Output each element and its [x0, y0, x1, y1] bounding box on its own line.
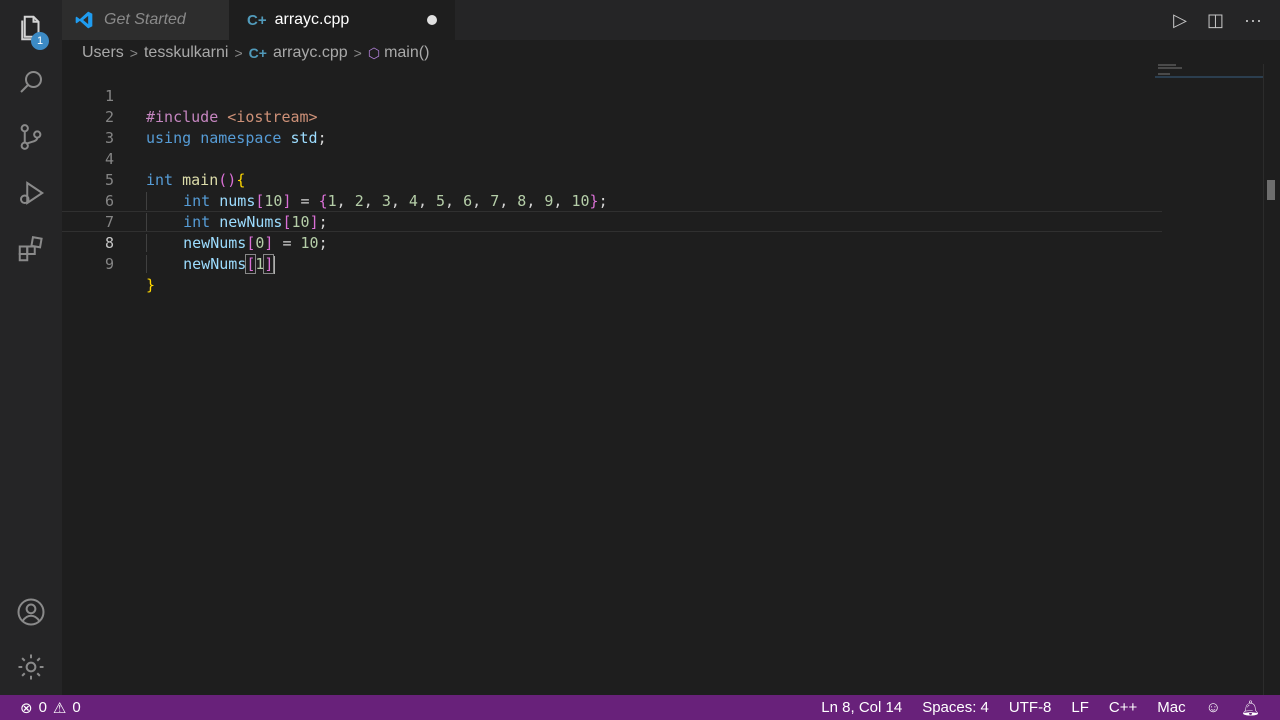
language-mode[interactable]: C++ [1109, 699, 1137, 716]
code-editor[interactable]: 1 #include <iostream> 2 using namespace … [62, 64, 1280, 695]
unsaved-dot-icon[interactable] [427, 15, 437, 25]
notifications-bell-icon[interactable]: 🔔︎ [1241, 699, 1260, 717]
encoding[interactable]: UTF-8 [1009, 699, 1052, 716]
breadcrumb-separator: > [234, 45, 243, 61]
line-code: newNums[1] [146, 254, 276, 275]
breadcrumb-separator: > [353, 45, 362, 61]
text-cursor [273, 255, 276, 274]
run-debug-icon[interactable] [0, 169, 62, 217]
breadcrumb-separator: > [129, 45, 138, 61]
breadcrumb-users[interactable]: Users [82, 44, 124, 62]
extensions-icon[interactable] [0, 225, 62, 273]
code-line[interactable]: 7 newNums[0] = 10; [62, 191, 1162, 252]
indentation[interactable]: Spaces: 4 [922, 699, 989, 716]
code-line[interactable]: 9 } [62, 233, 1162, 294]
warning-count: 0 [72, 699, 81, 716]
vscode-logo-icon [75, 11, 93, 29]
account-icon[interactable] [0, 588, 62, 636]
tab-get-started[interactable]: Get Started [62, 0, 229, 40]
tab-label: arrayc.cpp [274, 11, 350, 28]
error-icon: ⊗ [20, 699, 33, 717]
code-line[interactable]: 5 int nums[10] = {1, 2, 3, 4, 5, 6, 7, 8… [62, 149, 1162, 210]
status-bar: ⊗ 0 ⚠ 0 Ln 8, Col 14 Spaces: 4 UTF-8 LF … [0, 695, 1280, 720]
breadcrumb-symbol[interactable]: main() [384, 44, 429, 62]
end-of-line[interactable]: LF [1071, 699, 1089, 716]
explorer-badge: 1 [31, 32, 49, 50]
cursor-position[interactable]: Ln 8, Col 14 [821, 699, 902, 716]
cpp-file-icon: C+ [247, 11, 267, 29]
breadcrumb-tesskulkarni[interactable]: tesskulkarni [144, 44, 228, 62]
minimap[interactable] [1158, 64, 1262, 84]
search-icon[interactable] [0, 58, 62, 106]
split-editor-icon[interactable]: ◫ [1207, 10, 1224, 31]
vertical-scrollbar[interactable] [1263, 64, 1280, 695]
line-code: } [146, 276, 156, 294]
symbol-method-icon: ⬡ [367, 44, 381, 61]
tab-arrayc-cpp[interactable]: C+ arrayc.cpp [229, 0, 455, 40]
cpp-file-icon: C+ [248, 45, 267, 61]
line-number: 9 [104, 255, 114, 273]
more-actions-icon[interactable]: ··· [1244, 10, 1262, 31]
feedback-icon[interactable]: ☺ [1206, 699, 1221, 716]
error-count: 0 [38, 699, 47, 716]
code-line[interactable]: 3 [62, 107, 1162, 147]
files-icon[interactable]: 1 [0, 4, 62, 52]
editor-actions: ▷ ◫ ··· [1173, 0, 1280, 40]
code-line[interactable]: 2 using namespace std; [62, 86, 1162, 147]
code-line[interactable]: 6 int newNums[10]; [62, 170, 1162, 231]
run-debug-menu-icon[interactable]: ▷ [1173, 10, 1187, 31]
code-line[interactable]: 1 #include <iostream> [62, 65, 1162, 126]
warning-icon: ⚠ [52, 699, 67, 717]
breadcrumb-file[interactable]: arrayc.cpp [273, 44, 348, 62]
tab-bar: Get Started C+ arrayc.cpp ▷ ◫ ··· [62, 0, 1280, 40]
source-control-icon[interactable] [0, 113, 62, 161]
code-line[interactable]: 4 int main(){ [62, 128, 1162, 189]
breadcrumb: Users > tesskulkarni > C+ arrayc.cpp > ⬡… [82, 42, 429, 64]
tab-label: Get Started [104, 11, 186, 28]
problems-indicator[interactable]: ⊗ 0 ⚠ 0 [20, 695, 81, 720]
status-right: Ln 8, Col 14 Spaces: 4 UTF-8 LF C++ Mac … [821, 695, 1260, 720]
minimap-slider[interactable] [1155, 76, 1263, 78]
gear-icon[interactable] [0, 643, 62, 691]
activity-bar: 1 [0, 0, 62, 695]
code-line-current[interactable]: 8 newNums[1] [62, 211, 1162, 274]
scrollbar-thumb[interactable] [1267, 180, 1275, 200]
platform[interactable]: Mac [1157, 699, 1185, 716]
